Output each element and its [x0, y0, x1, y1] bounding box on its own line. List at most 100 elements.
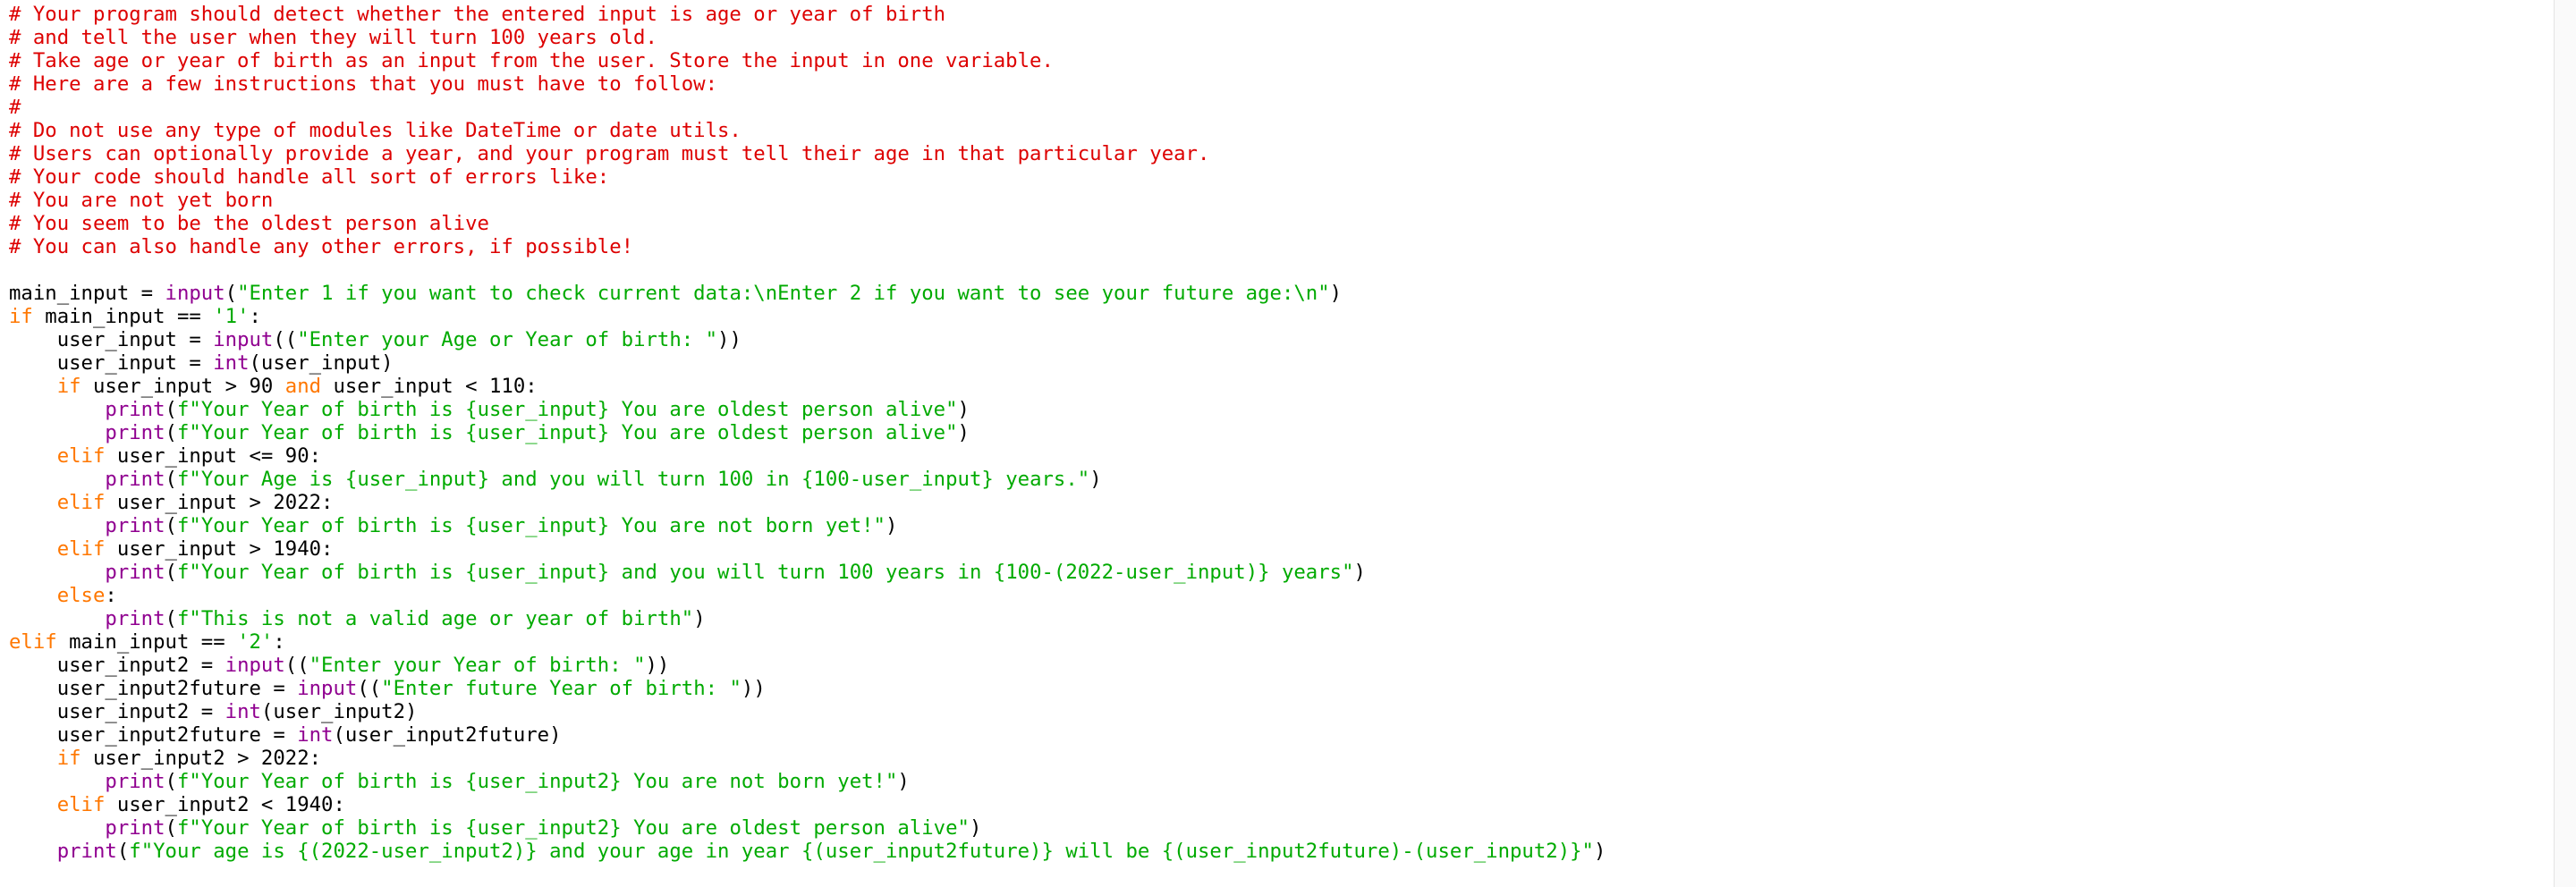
string-token: f"This is not a valid age or year of bir…	[176, 607, 694, 630]
code-token: )	[969, 816, 982, 840]
builtin-token: print	[105, 607, 165, 630]
code-token: main_input ==	[56, 630, 238, 654]
string-token: f"Your Year of birth is {user_input2} Yo…	[176, 770, 898, 793]
code-line[interactable]: main_input = input("Enter 1 if you want …	[9, 282, 1606, 305]
code-token: ((	[273, 328, 298, 351]
code-token: (	[165, 421, 177, 444]
code-line[interactable]: # You can also handle any other errors, …	[9, 235, 1606, 258]
code-line[interactable]: user_input2future = int(user_input2futur…	[9, 723, 1606, 747]
comment-token: # You can also handle any other errors, …	[9, 235, 634, 258]
code-token: ))	[741, 677, 766, 700]
code-line[interactable]: # You seem to be the oldest person alive	[9, 212, 1606, 235]
builtin-token: print	[56, 840, 117, 863]
builtin-token: int	[225, 700, 261, 723]
code-line[interactable]: if user_input > 90 and user_input < 110:	[9, 375, 1606, 398]
string-token: "Enter 1 if you want to check current da…	[237, 282, 1330, 305]
code-token: main_input ==	[32, 305, 214, 328]
builtin-token: print	[105, 468, 165, 491]
comment-token: # Your code should handle all sort of er…	[9, 165, 610, 189]
code-token: user_input2 =	[9, 700, 225, 723]
code-token: user_input <= 90:	[105, 444, 322, 468]
code-line[interactable]: print(f"Your Year of birth is {user_inpu…	[9, 561, 1606, 584]
code-line[interactable]: print(f"Your Year of birth is {user_inpu…	[9, 816, 1606, 840]
code-token: )	[1353, 561, 1366, 584]
code-line[interactable]	[9, 258, 1606, 282]
code-line[interactable]: elif user_input > 1940:	[9, 537, 1606, 561]
code-line[interactable]: print(f"Your Year of birth is {user_inpu…	[9, 770, 1606, 793]
builtin-token: input	[225, 654, 285, 677]
keyword-token: elif	[56, 793, 106, 816]
code-line[interactable]: print(f"Your Year of birth is {user_inpu…	[9, 398, 1606, 421]
code-line[interactable]: user_input = int(user_input)	[9, 351, 1606, 375]
code-line[interactable]: else:	[9, 584, 1606, 607]
code-token: (user_input2future)	[333, 723, 562, 747]
code-token: (	[165, 816, 177, 840]
code-text[interactable]: # Your program should detect whether the…	[9, 3, 1606, 863]
code-line[interactable]: if user_input2 > 2022:	[9, 747, 1606, 770]
code-line[interactable]: user_input2 = input(("Enter your Year of…	[9, 654, 1606, 677]
keyword-token: if	[56, 375, 81, 398]
code-line[interactable]: print(f"Your age is {(2022-user_input2)}…	[9, 840, 1606, 863]
builtin-token: input	[297, 677, 358, 700]
code-line[interactable]: # Here are a few instructions that you m…	[9, 72, 1606, 96]
code-line[interactable]: elif user_input2 < 1940:	[9, 793, 1606, 816]
string-token: '1'	[213, 305, 250, 328]
code-token: user_input2 =	[9, 654, 225, 677]
code-token: )	[1593, 840, 1606, 863]
code-line[interactable]: if main_input == '1':	[9, 305, 1606, 328]
builtin-token: print	[105, 398, 165, 421]
vertical-scrollbar[interactable]	[2554, 0, 2576, 887]
code-token: :	[273, 630, 285, 654]
code-line[interactable]: user_input = input(("Enter your Age or Y…	[9, 328, 1606, 351]
code-line[interactable]: # Do not use any type of modules like Da…	[9, 119, 1606, 142]
code-line[interactable]: # Take age or year of birth as an input …	[9, 49, 1606, 72]
builtin-token: print	[105, 514, 165, 537]
code-token: (	[165, 468, 177, 491]
code-token: user_input > 90	[80, 375, 285, 398]
code-token: (	[225, 282, 238, 305]
keyword-token: elif	[56, 444, 106, 468]
builtin-token: print	[105, 561, 165, 584]
keyword-token: if	[9, 305, 33, 328]
code-editor[interactable]: # Your program should detect whether the…	[0, 0, 2555, 887]
code-line[interactable]: user_input2future = input(("Enter future…	[9, 677, 1606, 700]
code-token: ))	[645, 654, 670, 677]
code-line[interactable]: print(f"Your Year of birth is {user_inpu…	[9, 421, 1606, 444]
keyword-token: else	[56, 584, 106, 607]
code-line[interactable]: # Users can optionally provide a year, a…	[9, 142, 1606, 165]
code-line[interactable]: elif user_input > 2022:	[9, 491, 1606, 514]
code-line[interactable]: # Your code should handle all sort of er…	[9, 165, 1606, 189]
string-token: "Enter your Year of birth: "	[309, 654, 646, 677]
code-line[interactable]: print(f"Your Age is {user_input} and you…	[9, 468, 1606, 491]
keyword-token: elif	[56, 537, 106, 561]
string-token: f"Your Year of birth is {user_input2} Yo…	[176, 816, 970, 840]
code-line[interactable]: # Your program should detect whether the…	[9, 3, 1606, 26]
code-line[interactable]: print(f"This is not a valid age or year …	[9, 607, 1606, 630]
code-token: main_input =	[9, 282, 165, 305]
code-token: )	[957, 421, 970, 444]
code-line[interactable]: elif user_input <= 90:	[9, 444, 1606, 468]
code-line[interactable]: # and tell the user when they will turn …	[9, 26, 1606, 49]
string-token: f"Your Year of birth is {user_input} You…	[176, 514, 886, 537]
code-token: (	[165, 514, 177, 537]
comment-token: # and tell the user when they will turn …	[9, 26, 657, 49]
code-token: user_input > 2022:	[105, 491, 334, 514]
code-token: (user_input2)	[260, 700, 418, 723]
code-token: (	[165, 561, 177, 584]
code-line[interactable]: #	[9, 96, 1606, 119]
comment-token: # You are not yet born	[9, 189, 274, 212]
code-line[interactable]: user_input2 = int(user_input2)	[9, 700, 1606, 723]
comment-token: # Users can optionally provide a year, a…	[9, 142, 1210, 165]
code-line[interactable]: elif main_input == '2':	[9, 630, 1606, 654]
code-line[interactable]: # You are not yet born	[9, 189, 1606, 212]
code-token: )	[1089, 468, 1102, 491]
code-token: ((	[284, 654, 309, 677]
code-line[interactable]: print(f"Your Year of birth is {user_inpu…	[9, 514, 1606, 537]
